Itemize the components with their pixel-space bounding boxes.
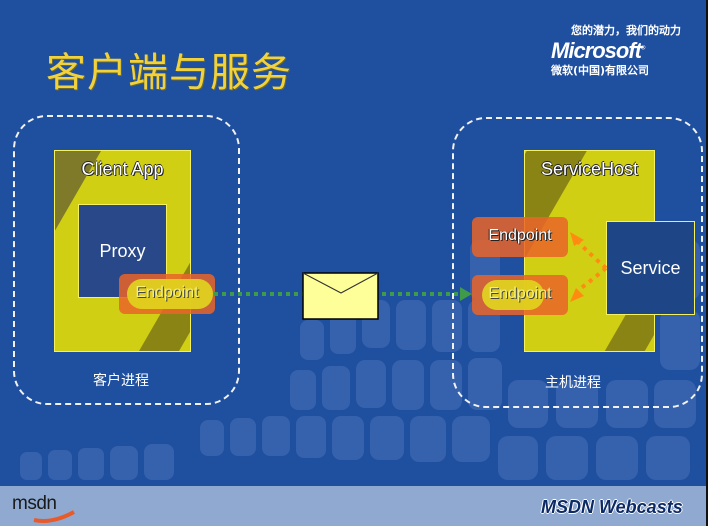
envelope-icon [302, 272, 379, 320]
msdn-swoosh-icon [33, 510, 75, 523]
arrowhead-icon [570, 288, 584, 302]
slide: 客户端与服务 您的潜力，我们的动力 Microsoft® 微软(中国)有限公司 … [0, 0, 706, 526]
msdn-webcasts-logo: MSDN Webcasts [541, 497, 683, 517]
service-to-endpoint1-arrow [574, 238, 608, 270]
service-to-endpoint2-arrow [574, 266, 608, 294]
arrowhead-icon [570, 232, 584, 246]
connectors [214, 232, 608, 302]
connector-arrowhead-icon [460, 287, 472, 301]
